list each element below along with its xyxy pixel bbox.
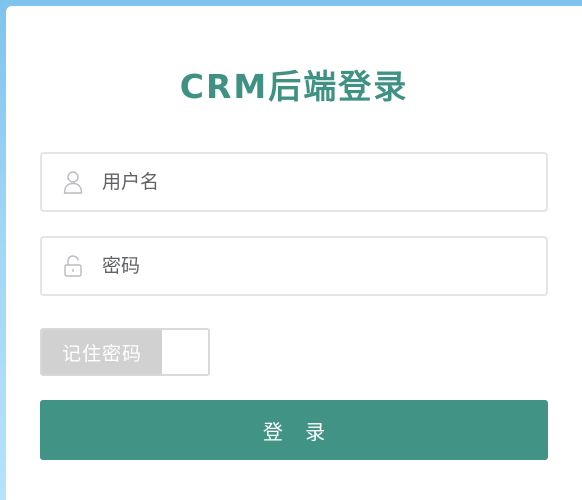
remember-password-toggle[interactable]: 记住密码 <box>40 328 210 376</box>
page-background: CRM后端登录 记住密码 登 录 <box>0 0 582 500</box>
username-field[interactable] <box>40 152 548 212</box>
username-input[interactable] <box>100 170 504 194</box>
page-title: CRM后端登录 <box>179 67 409 106</box>
toggle-knob[interactable] <box>162 330 208 374</box>
remember-password-label: 记住密码 <box>42 330 162 374</box>
password-input[interactable] <box>100 254 504 278</box>
lock-icon <box>62 253 84 279</box>
login-card: CRM后端登录 记住密码 登 录 <box>6 6 582 500</box>
login-button[interactable]: 登 录 <box>40 400 548 460</box>
password-field[interactable] <box>40 236 548 296</box>
user-icon <box>62 169 84 195</box>
